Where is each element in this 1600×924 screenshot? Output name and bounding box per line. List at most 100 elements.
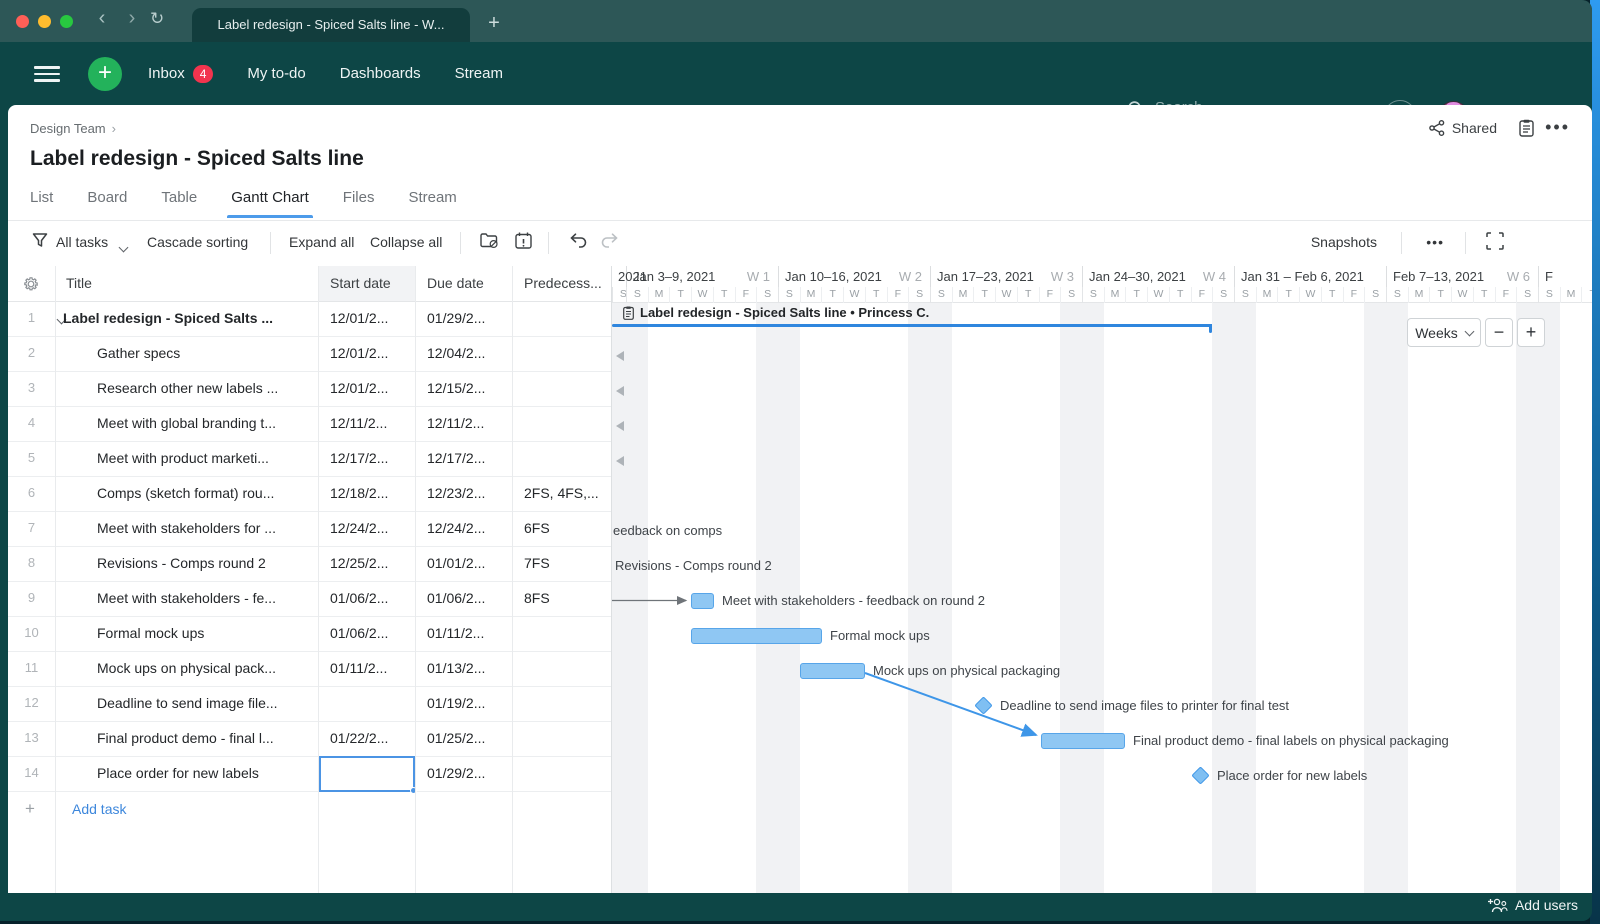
task-filter-button[interactable]: All tasks — [56, 234, 108, 250]
task-title-cell[interactable]: Meet with product marketi... — [97, 450, 315, 466]
nav-item-my-todo[interactable]: My to-do — [247, 65, 305, 82]
predecessor-cell[interactable]: 2FS, 4FS,... — [524, 485, 609, 501]
task-title-cell[interactable]: Mock ups on physical pack... — [97, 660, 315, 676]
start-date-cell[interactable]: 01/22/2... — [330, 730, 412, 746]
task-bar[interactable] — [691, 593, 714, 609]
column-header-title[interactable]: Title — [66, 275, 92, 291]
gantt-body[interactable]: Label redesign - Spiced Salts line • Pri… — [612, 303, 1592, 893]
table-row[interactable]: 9Meet with stakeholders - fe...01/06/2..… — [8, 582, 611, 617]
table-row[interactable]: 1Label redesign - Spiced Salts ...12/01/… — [8, 302, 611, 337]
task-title-cell[interactable]: Final product demo - final l... — [97, 730, 315, 746]
start-date-cell[interactable]: 12/25/2... — [330, 555, 412, 571]
table-row[interactable]: 7Meet with stakeholders for ...12/24/2..… — [8, 512, 611, 547]
new-tab-button[interactable]: + — [478, 8, 510, 38]
forward-button[interactable]: › — [120, 7, 144, 30]
task-title-cell[interactable]: Formal mock ups — [97, 625, 315, 641]
task-title-cell[interactable]: Revisions - Comps round 2 — [97, 555, 315, 571]
column-header-predecessors[interactable]: Predecess... — [524, 275, 602, 291]
due-date-cell[interactable]: 12/23/2... — [427, 485, 517, 501]
task-title-cell[interactable]: Meet with global branding t... — [97, 415, 315, 431]
table-row[interactable]: 4Meet with global branding t...12/11/2..… — [8, 407, 611, 442]
task-title-cell[interactable]: Label redesign - Spiced Salts ... — [63, 310, 315, 326]
start-date-cell[interactable]: 12/17/2... — [330, 450, 412, 466]
task-title-cell[interactable]: Deadline to send image file... — [97, 695, 315, 711]
milestones-calendar-icon[interactable] — [515, 232, 532, 249]
start-date-cell[interactable]: 12/01/2... — [330, 345, 412, 361]
breadcrumb[interactable]: Design Team› — [30, 121, 116, 136]
undo-button[interactable] — [568, 232, 588, 248]
start-date-cell[interactable]: 12/18/2... — [330, 485, 412, 501]
due-date-cell[interactable]: 01/29/2... — [427, 310, 517, 326]
start-date-cell[interactable]: 01/06/2... — [330, 625, 412, 641]
task-title-cell[interactable]: Meet with stakeholders - fe... — [97, 590, 315, 606]
due-date-cell[interactable]: 12/24/2... — [427, 520, 517, 536]
offscreen-task-indicator[interactable] — [616, 386, 624, 396]
start-date-cell[interactable]: 12/24/2... — [330, 520, 412, 536]
table-row[interactable]: 8Revisions - Comps round 212/25/2...01/0… — [8, 547, 611, 582]
tab-table[interactable]: Table — [161, 189, 197, 218]
redo-button[interactable] — [600, 232, 620, 248]
milestone-diamond[interactable] — [1191, 766, 1209, 784]
due-date-cell[interactable]: 01/19/2... — [427, 695, 517, 711]
predecessor-cell[interactable]: 6FS — [524, 520, 609, 536]
start-date-cell[interactable]: 12/01/2... — [330, 380, 412, 396]
back-button[interactable]: ‹ — [90, 7, 114, 30]
task-title-cell[interactable]: Research other new labels ... — [97, 380, 315, 396]
table-row[interactable]: 3Research other new labels ...12/01/2...… — [8, 372, 611, 407]
task-bar[interactable] — [1041, 733, 1125, 749]
tab-board[interactable]: Board — [87, 189, 127, 218]
project-duration-bar[interactable] — [612, 324, 1212, 327]
table-row[interactable]: 11Mock ups on physical pack...01/11/2...… — [8, 652, 611, 687]
fullscreen-icon[interactable] — [1486, 232, 1504, 250]
task-title-cell[interactable]: Comps (sketch format) rou... — [97, 485, 315, 501]
selected-cell[interactable] — [319, 756, 415, 792]
filter-funnel-icon[interactable] — [32, 232, 48, 248]
due-date-cell[interactable]: 01/25/2... — [427, 730, 517, 746]
tab-gantt-chart[interactable]: Gantt Chart — [231, 189, 309, 218]
more-options-button[interactable]: ••• — [1545, 117, 1570, 138]
timescale-select[interactable]: Weeks — [1407, 318, 1481, 347]
shared-button[interactable]: Shared — [1429, 120, 1497, 136]
close-window-button[interactable] — [16, 15, 29, 28]
add-task-row[interactable]: +Add task — [8, 792, 611, 827]
tab-files[interactable]: Files — [343, 189, 375, 218]
tab-stream[interactable]: Stream — [408, 189, 456, 218]
create-button[interactable]: + — [88, 57, 122, 91]
table-row[interactable]: 10Formal mock ups01/06/2...01/11/2... — [8, 617, 611, 652]
column-settings-gear-icon[interactable] — [23, 276, 39, 292]
due-date-cell[interactable]: 12/11/2... — [427, 415, 517, 431]
zoom-in-button[interactable]: + — [1517, 318, 1545, 347]
task-bar[interactable] — [800, 663, 865, 679]
hide-completed-icon[interactable] — [480, 232, 499, 249]
start-date-cell[interactable]: 01/06/2... — [330, 590, 412, 606]
minimize-window-button[interactable] — [38, 15, 51, 28]
due-date-cell[interactable]: 12/17/2... — [427, 450, 517, 466]
table-row[interactable]: 5Meet with product marketi...12/17/2...1… — [8, 442, 611, 477]
predecessor-cell[interactable]: 7FS — [524, 555, 609, 571]
table-row[interactable]: 12Deadline to send image file...01/19/2.… — [8, 687, 611, 722]
table-row[interactable]: 13Final product demo - final l...01/22/2… — [8, 722, 611, 757]
task-title-cell[interactable]: Gather specs — [97, 345, 315, 361]
table-row[interactable]: 14Place order for new labels01/29/2... — [8, 757, 611, 792]
due-date-cell[interactable]: 01/29/2... — [427, 765, 517, 781]
task-title-cell[interactable]: Meet with stakeholders for ... — [97, 520, 315, 536]
nav-item-stream[interactable]: Stream — [455, 65, 503, 82]
due-date-cell[interactable]: 01/13/2... — [427, 660, 517, 676]
refresh-button[interactable]: ↻ — [150, 9, 164, 29]
toolbar-more-button[interactable]: ••• — [1426, 234, 1444, 250]
offscreen-task-indicator[interactable] — [616, 456, 624, 466]
maximize-window-button[interactable] — [60, 15, 73, 28]
offscreen-task-indicator[interactable] — [616, 351, 624, 361]
start-date-cell[interactable]: 12/01/2... — [330, 310, 412, 326]
expand-all-button[interactable]: Expand all — [289, 234, 354, 250]
browser-tab[interactable]: Label redesign - Spiced Salts line - W..… — [192, 8, 470, 42]
start-date-cell[interactable]: 12/11/2... — [330, 415, 412, 431]
due-date-cell[interactable]: 01/11/2... — [427, 625, 517, 641]
zoom-out-button[interactable]: − — [1485, 318, 1513, 347]
predecessor-cell[interactable]: 8FS — [524, 590, 609, 606]
add-users-button[interactable]: Add users — [1488, 897, 1578, 913]
offscreen-task-indicator[interactable] — [616, 421, 624, 431]
add-task-button[interactable]: Add task — [72, 801, 126, 817]
clipboard-icon[interactable] — [1519, 119, 1534, 137]
milestone-diamond[interactable] — [974, 696, 992, 714]
